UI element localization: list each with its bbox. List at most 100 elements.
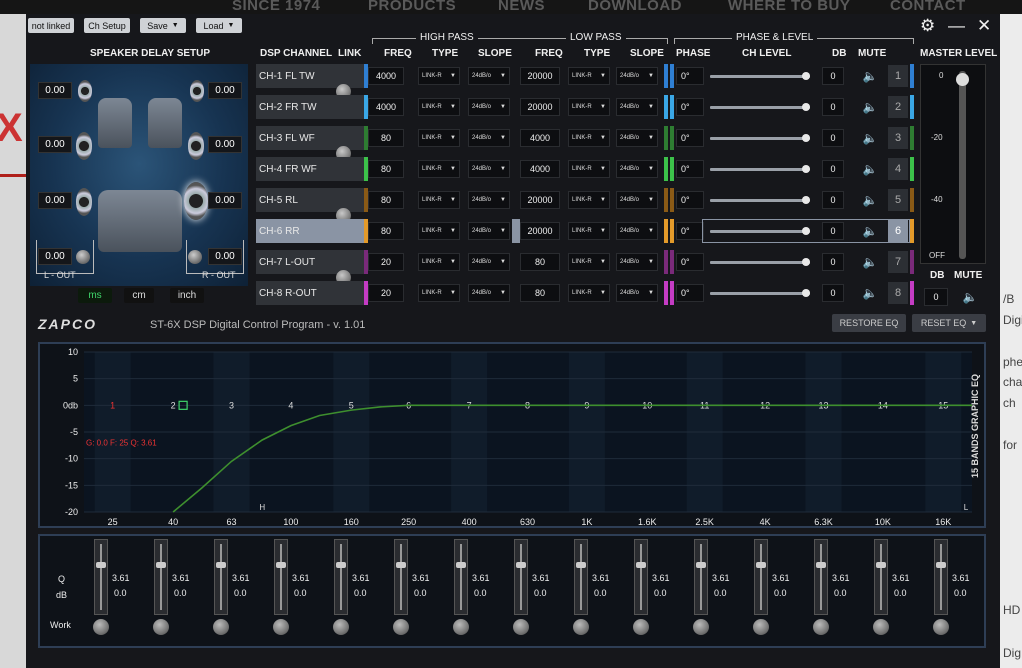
- delay-r-out-value[interactable]: 0.00: [208, 248, 242, 265]
- band-gain-fader[interactable]: [94, 539, 108, 615]
- fader-handle[interactable]: [336, 562, 346, 568]
- ch-level-thumb[interactable]: [802, 165, 810, 173]
- lp-slope-dropdown[interactable]: 24dB/o ▼: [616, 129, 658, 147]
- phase-field[interactable]: 0°: [676, 67, 704, 85]
- lp-type-dropdown[interactable]: LINK-R ▼: [568, 253, 610, 271]
- channel-number[interactable]: 3: [888, 127, 908, 149]
- band-gain-fader[interactable]: [634, 539, 648, 615]
- hp-freq-field[interactable]: 20: [368, 253, 404, 271]
- ch-db-value[interactable]: 0: [822, 129, 844, 147]
- band-gain-fader[interactable]: [274, 539, 288, 615]
- band-work-knob[interactable]: [813, 619, 829, 635]
- band-work-knob[interactable]: [513, 619, 529, 635]
- speaker-rr-icon[interactable]: [184, 182, 208, 220]
- hp-type-dropdown[interactable]: LINK-R ▼: [418, 160, 460, 178]
- lp-type-dropdown[interactable]: LINK-R ▼: [568, 284, 610, 302]
- fader-handle[interactable]: [936, 562, 946, 568]
- band-gain-fader[interactable]: [214, 539, 228, 615]
- hp-freq-field[interactable]: 80: [368, 160, 404, 178]
- band-work-knob[interactable]: [933, 619, 949, 635]
- nav-products[interactable]: PRODUCTS: [368, 0, 456, 14]
- eq-curve-chart[interactable]: 1050db-5-10-15-2025140263310041605250640…: [40, 344, 984, 526]
- channel-number[interactable]: 5: [888, 189, 908, 211]
- delay-rl-value[interactable]: 0.00: [38, 192, 72, 209]
- ch-mute-button[interactable]: 🔈: [856, 160, 884, 178]
- ch-db-value[interactable]: 0: [822, 191, 844, 209]
- lp-slope-dropdown[interactable]: 24dB/o ▼: [616, 284, 658, 302]
- ch-mute-button[interactable]: 🔈: [856, 129, 884, 147]
- ch-db-value[interactable]: 0: [822, 98, 844, 116]
- hp-type-dropdown[interactable]: LINK-R ▼: [418, 129, 460, 147]
- restore-eq-button[interactable]: RESTORE EQ: [832, 314, 906, 332]
- nav-since[interactable]: SINCE 1974: [232, 0, 320, 14]
- band-gain-fader[interactable]: [874, 539, 888, 615]
- ch-db-value[interactable]: 0: [822, 253, 844, 271]
- hp-type-dropdown[interactable]: LINK-R ▼: [418, 98, 460, 116]
- fader-handle[interactable]: [276, 562, 286, 568]
- eq-graph-panel[interactable]: 10 5 0db -5 -10 -15 -20 25 1 40 2 63 3 100 4 160 5 250 6 40…: [38, 342, 986, 528]
- hp-type-dropdown[interactable]: LINK-R ▼: [418, 222, 460, 240]
- close-icon[interactable]: ✕: [977, 17, 991, 34]
- eq-band-number[interactable]: 2: [171, 400, 176, 410]
- ch-level-slider[interactable]: [710, 258, 810, 266]
- link-status-button[interactable]: not linked: [28, 18, 74, 33]
- channel-row-6[interactable]: CH-6 RR 80 LINK-R ▼ 24dB/o ▼ 20000 LINK-R ▼ 24dB/…: [256, 219, 914, 243]
- speaker-rl-icon[interactable]: [76, 188, 92, 216]
- eq-band-number[interactable]: 1: [110, 400, 115, 410]
- ch-level-thumb[interactable]: [802, 134, 810, 142]
- lp-freq-field[interactable]: 80: [520, 253, 560, 271]
- unit-inch-button[interactable]: inch: [170, 288, 204, 303]
- lp-type-dropdown[interactable]: LINK-R ▼: [568, 191, 610, 209]
- hp-type-dropdown[interactable]: LINK-R ▼: [418, 191, 460, 209]
- band-work-knob[interactable]: [213, 619, 229, 635]
- speaker-fl-wf-icon[interactable]: [76, 132, 92, 160]
- lp-slope-dropdown[interactable]: 24dB/o ▼: [616, 67, 658, 85]
- channel-number[interactable]: 2: [888, 96, 908, 118]
- band-work-knob[interactable]: [393, 619, 409, 635]
- hp-freq-field[interactable]: 20: [368, 284, 404, 302]
- hp-freq-field[interactable]: 4000: [368, 98, 404, 116]
- band-work-knob[interactable]: [573, 619, 589, 635]
- lp-slope-dropdown[interactable]: 24dB/o ▼: [616, 191, 658, 209]
- ch-level-thumb[interactable]: [802, 103, 810, 111]
- channel-name[interactable]: CH-6 RR: [256, 219, 364, 243]
- lp-type-dropdown[interactable]: LINK-R ▼: [568, 129, 610, 147]
- channel-number[interactable]: 4: [888, 158, 908, 180]
- fader-handle[interactable]: [696, 562, 706, 568]
- lp-freq-field[interactable]: 80: [520, 284, 560, 302]
- speaker-fr-wf-icon[interactable]: [188, 132, 204, 160]
- channel-row-5[interactable]: CH-5 RL 80 LINK-R ▼ 24dB/o ▼ 20000 LINK-R ▼ 24dB/…: [256, 188, 914, 223]
- band-gain-fader[interactable]: [154, 539, 168, 615]
- hp-slope-dropdown[interactable]: 24dB/o ▼: [468, 191, 510, 209]
- hp-type-dropdown[interactable]: LINK-R ▼: [418, 284, 460, 302]
- phase-field[interactable]: 0°: [676, 191, 704, 209]
- ch-level-thumb[interactable]: [802, 258, 810, 266]
- ch-db-value[interactable]: 0: [822, 67, 844, 85]
- r-out-knob[interactable]: [188, 250, 202, 264]
- channel-number[interactable]: 1: [888, 65, 908, 87]
- phase-field[interactable]: 0°: [676, 222, 704, 240]
- lp-freq-field[interactable]: 4000: [520, 129, 560, 147]
- ch-mute-button[interactable]: 🔈: [856, 98, 884, 116]
- speaker-fr-tw-icon[interactable]: [190, 80, 204, 102]
- fader-handle[interactable]: [576, 562, 586, 568]
- band-gain-fader[interactable]: [574, 539, 588, 615]
- fader-handle[interactable]: [396, 562, 406, 568]
- fader-handle[interactable]: [516, 562, 526, 568]
- band-gain-fader[interactable]: [514, 539, 528, 615]
- load-dropdown[interactable]: Load ▼: [196, 18, 242, 33]
- channel-row-4[interactable]: CH-4 FR WF 80 LINK-R ▼ 24dB/o ▼ 4000 LINK-R ▼ 24d…: [256, 157, 914, 181]
- fader-handle[interactable]: [96, 562, 106, 568]
- lp-freq-field[interactable]: 20000: [520, 222, 560, 240]
- ch-level-slider[interactable]: [710, 72, 810, 80]
- unit-ms-button[interactable]: ms: [78, 288, 112, 303]
- hp-freq-field[interactable]: 4000: [368, 67, 404, 85]
- delay-fr-tw-value[interactable]: 0.00: [208, 82, 242, 99]
- band-gain-fader[interactable]: [334, 539, 348, 615]
- channel-row-8[interactable]: CH-8 R-OUT 20 LINK-R ▼ 24dB/o ▼ 80 LINK-R ▼ 24dB/…: [256, 281, 914, 305]
- band-work-knob[interactable]: [273, 619, 289, 635]
- unit-cm-button[interactable]: cm: [124, 288, 154, 303]
- lp-type-dropdown[interactable]: LINK-R ▼: [568, 98, 610, 116]
- hp-slope-dropdown[interactable]: 24dB/o ▼: [468, 284, 510, 302]
- hp-type-dropdown[interactable]: LINK-R ▼: [418, 67, 460, 85]
